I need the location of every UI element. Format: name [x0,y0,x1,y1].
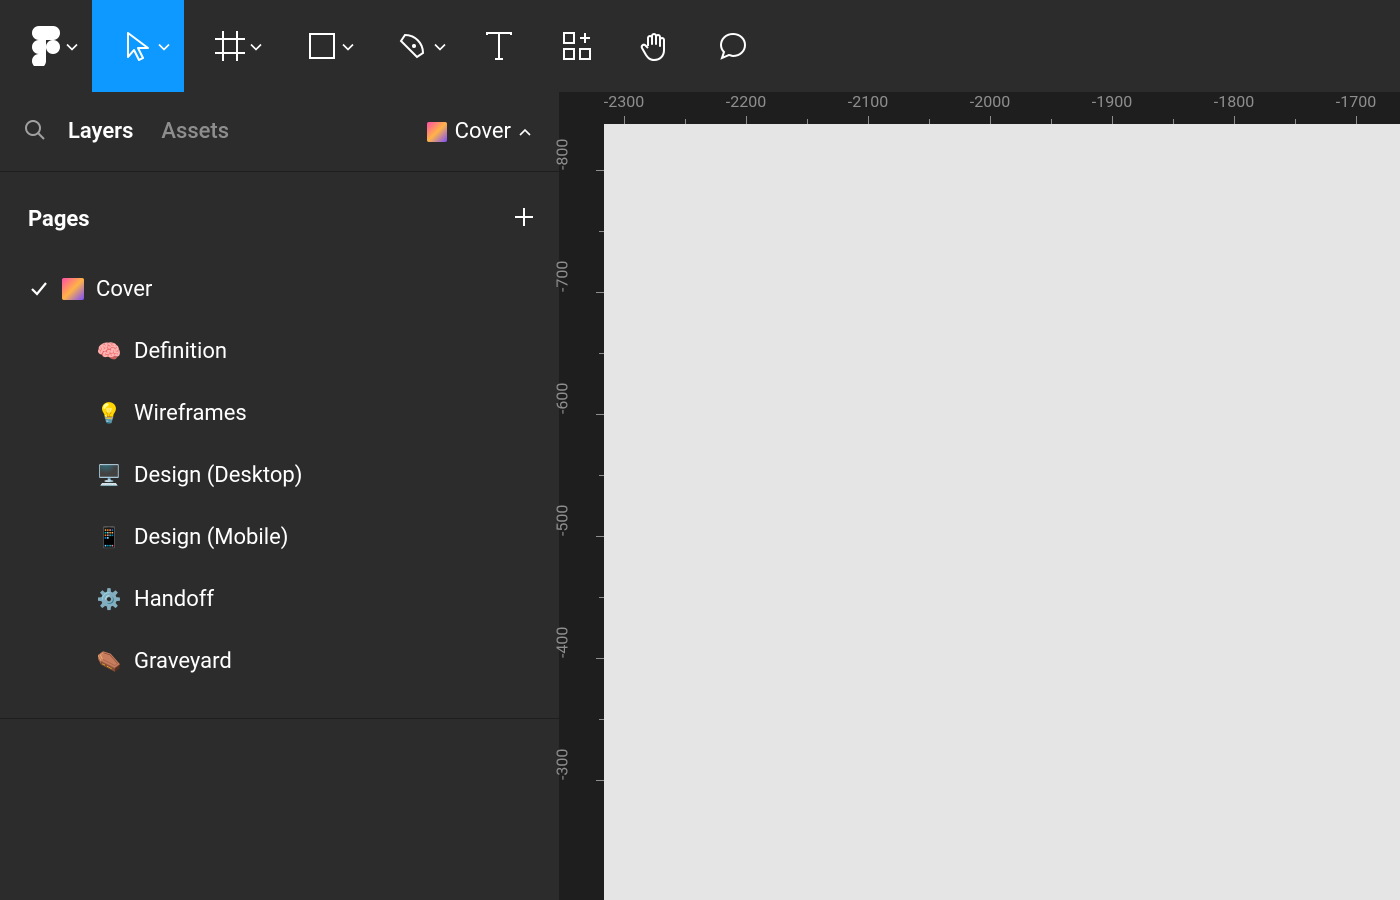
resources-tool-button[interactable] [538,0,616,92]
frame-tool-button[interactable] [184,0,276,92]
page-selector-label: Cover [455,119,511,144]
page-thumb-icon [62,278,84,300]
hand-icon [639,30,671,62]
page-list: Cover 🧠 Definition 💡 Wireframes 🖥️ Design (Des… [0,258,559,719]
page-item[interactable]: ⚰️ Graveyard [0,630,559,692]
page-item-label: Handoff [134,587,214,612]
ruler-tick-label: -2300 [604,92,644,111]
ruler-tick-label: -1800 [1214,92,1254,111]
ruler-tick [596,170,604,171]
ruler-tick-label: -600 [553,383,572,414]
page-item[interactable]: 🖥️ Design (Desktop) [0,444,559,506]
toolbar [0,0,1400,92]
main-menu-button[interactable] [0,0,92,92]
ruler-tick-label: -800 [553,139,572,170]
chevron-down-icon [250,37,262,56]
ruler-tick [746,116,747,124]
chevron-down-icon [158,37,170,56]
ruler-tick [596,292,604,293]
page-emoji-icon: 📱 [96,525,122,549]
ruler-tick [596,414,604,415]
ruler-tick-label: -2100 [848,92,888,111]
chevron-down-icon [434,37,446,56]
pen-tool-button[interactable] [368,0,460,92]
left-panel: Layers Assets Cover Pages Cover 🧠 Definiti… [0,92,560,900]
ruler-tick-label: -2200 [726,92,766,111]
rectangle-icon [308,32,336,60]
ruler-tick [1112,116,1113,124]
ruler-tick [1234,116,1235,124]
page-item-label: Design (Mobile) [134,525,288,550]
page-item-label: Design (Desktop) [134,463,302,488]
chevron-up-icon [519,128,531,136]
ruler-tick [624,116,625,124]
ruler-vertical[interactable]: -800-700-600-500-400-300 [560,124,604,900]
canvas[interactable] [604,124,1400,900]
page-item-label: Graveyard [134,649,232,674]
move-tool-button[interactable] [92,0,184,92]
tab-layers[interactable]: Layers [68,119,133,144]
pen-icon [399,31,429,61]
ruler-tick-label: -300 [553,749,572,780]
ruler-tick [596,536,604,537]
page-item-label: Cover [96,277,152,302]
comment-tool-button[interactable] [694,0,772,92]
frame-icon [215,31,245,61]
ruler-tick [868,116,869,124]
page-item[interactable]: 📱 Design (Mobile) [0,506,559,568]
chevron-down-icon [66,37,78,56]
ruler-tick [596,780,604,781]
ruler-horizontal[interactable]: -2300 -2200 -2100 -2000 -1900 -1800 -1700 [604,92,1400,124]
page-emoji-icon: 💡 [96,401,122,425]
ruler-tick-label: -700 [553,261,572,292]
pages-header: Pages [0,172,559,258]
page-item[interactable]: 🧠 Definition [0,320,559,382]
ruler-tick [1356,116,1357,124]
ruler-tick-label: -2000 [970,92,1010,111]
page-emoji-icon: 🧠 [96,339,122,363]
page-selector[interactable]: Cover [427,119,531,144]
tab-assets[interactable]: Assets [161,119,229,144]
ruler-tick-label: -500 [553,505,572,536]
check-icon [28,282,50,296]
move-cursor-icon [125,31,151,61]
canvas-area: -2300 -2200 -2100 -2000 -1900 -1800 -1700 -800… [560,92,1400,900]
page-item[interactable]: ⚙️ Handoff [0,568,559,630]
ruler-tick-label: -1700 [1336,92,1376,111]
page-item-label: Definition [134,339,227,364]
page-thumb-icon [427,122,447,142]
page-emoji-icon: ⚰️ [96,649,122,673]
ruler-tick [596,658,604,659]
page-emoji-icon: 🖥️ [96,463,122,487]
resources-icon [562,31,592,61]
ruler-tick [990,116,991,124]
text-tool-button[interactable] [460,0,538,92]
panel-header: Layers Assets Cover [0,92,559,172]
page-item[interactable]: 💡 Wireframes [0,382,559,444]
page-item-label: Wireframes [134,401,247,426]
pages-title: Pages [28,207,90,232]
text-icon [485,31,513,61]
ruler-tick-label: -1900 [1092,92,1132,111]
comment-icon [718,31,748,61]
search-icon[interactable] [24,119,46,145]
figma-logo-icon [32,26,60,66]
hand-tool-button[interactable] [616,0,694,92]
shape-tool-button[interactable] [276,0,368,92]
page-item[interactable]: Cover [0,258,559,320]
page-emoji-icon: ⚙️ [96,587,122,611]
ruler-tick-label: -400 [553,627,572,658]
chevron-down-icon [342,37,354,56]
add-page-button[interactable] [513,206,535,232]
